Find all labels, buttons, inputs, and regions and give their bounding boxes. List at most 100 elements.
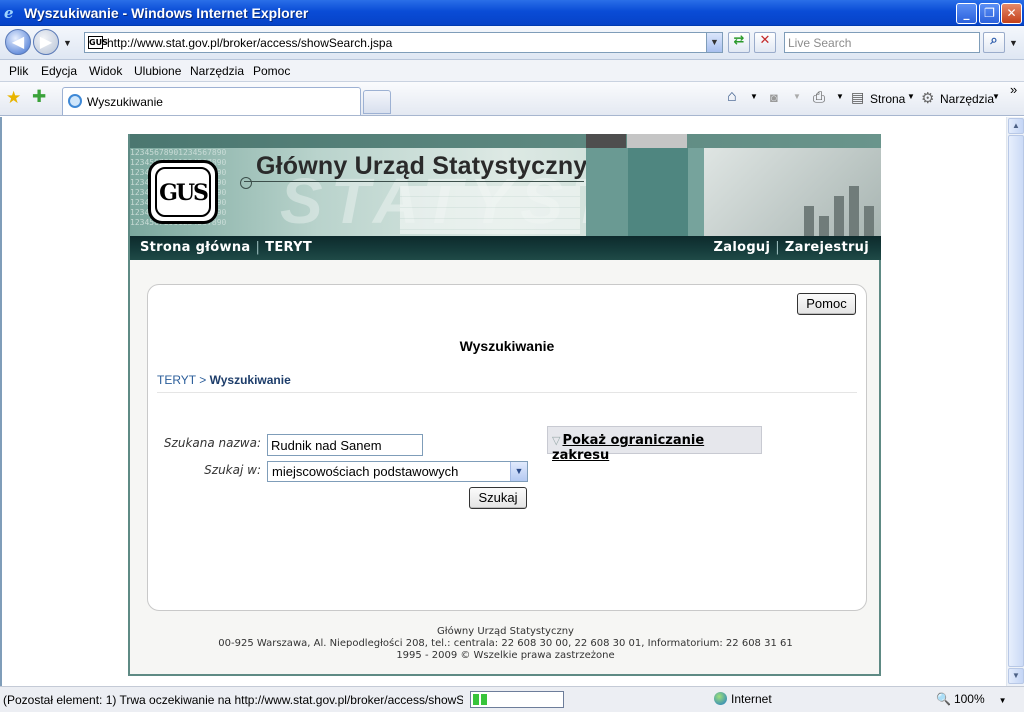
tools-menu[interactable]: Narzędzia [940, 92, 994, 106]
scroll-up-icon[interactable]: ▲ [1008, 118, 1024, 134]
banner-chart-bar [804, 206, 814, 236]
banner-circle-decoration [240, 177, 252, 189]
window-titlebar: e Wyszukiwanie - Windows Internet Explor… [0, 0, 1024, 26]
show-limit-toggle[interactable]: ▽ Pokaż ograniczanie zakresu [547, 426, 762, 463]
gus-logo-text: GUS [155, 167, 211, 217]
nav-home-link[interactable]: Strona główna [140, 240, 250, 255]
name-label: Szukana nazwa: [163, 436, 261, 450]
progress-fill [473, 694, 488, 705]
address-toolbar: ◀ ▶ ▼ GUS http://www.stat.gov.pl/broker/… [0, 26, 1024, 60]
zoom-dropdown-icon[interactable]: ▼ [999, 696, 1007, 705]
nav-teryt-link[interactable]: TERYT [265, 240, 312, 255]
zone-label: Internet [731, 692, 772, 706]
org-name: Główny Urząd Statystyczny [256, 152, 588, 180]
search-name-input[interactable]: Rudnik nad Sanem [267, 434, 423, 456]
banner-strip-2 [628, 148, 688, 236]
divider [157, 392, 857, 393]
tab-wyszukiwanie[interactable]: Wyszukiwanie [62, 87, 361, 115]
page-icon: ▤ [851, 89, 865, 105]
tools-dropdown-icon[interactable]: ▼ [992, 92, 1000, 101]
address-dropdown-icon[interactable]: ▼ [706, 33, 722, 52]
banner-strip-3 [688, 148, 704, 236]
menu-pomoc[interactable]: Pomoc [253, 64, 290, 78]
menu-widok[interactable]: Widok [89, 64, 122, 78]
menu-plik[interactable]: Plik [9, 64, 28, 78]
feeds-icon[interactable]: ◙ [770, 90, 778, 105]
page-dropdown-icon[interactable]: ▼ [907, 92, 915, 101]
scope-select[interactable]: miejscowościach podstawowych ▼ [267, 461, 528, 482]
banner-chart-bar [864, 206, 874, 236]
gus-site: 12345678901234567890 1234567890123456789… [128, 134, 881, 676]
maximize-button[interactable]: ❐ [979, 3, 1000, 24]
history-dropdown-icon[interactable]: ▼ [63, 38, 72, 48]
gus-logo[interactable]: GUS [148, 160, 218, 224]
banner-line-decoration [244, 181, 584, 182]
zoom-control[interactable]: 🔍 100% ▼ [936, 692, 1007, 706]
help-button[interactable]: Pomoc [797, 293, 856, 315]
menu-edycja[interactable]: Edycja [41, 64, 77, 78]
chevron-down-icon[interactable]: ▼ [510, 462, 527, 481]
vertical-scrollbar[interactable]: ▲ ▼ [1006, 117, 1024, 686]
status-bar: (Pozostał element: 1) Trwa oczekiwanie n… [0, 686, 1024, 712]
footer-copyright: 1995 - 2009 © Wszelkie prawa zastrzeżone [396, 650, 615, 661]
page-title: Wyszukiwanie [459, 338, 555, 354]
show-limit-label[interactable]: Pokaż ograniczanie zakresu [552, 433, 704, 463]
security-zone[interactable]: Internet [714, 692, 772, 706]
home-dropdown-icon[interactable]: ▼ [750, 92, 758, 101]
ie-logo-icon: e [4, 4, 14, 22]
tab-bar: ★ ✚ Wyszukiwanie ⌂ ▼ ◙ ▼ ⎙ ▼ ▤ Strona ▼ … [0, 82, 1024, 116]
feeds-dropdown-icon[interactable]: ▼ [793, 92, 801, 101]
live-search-input[interactable]: Live Search [784, 32, 980, 53]
page-menu[interactable]: Strona [870, 92, 905, 106]
status-text: (Pozostał element: 1) Trwa oczekiwanie n… [3, 693, 463, 707]
register-link[interactable]: Zarejestruj [785, 240, 869, 255]
print-icon[interactable]: ⎙ [813, 89, 825, 106]
favorites-star-icon[interactable]: ★ [6, 88, 21, 108]
tab-label: Wyszukiwanie [87, 95, 163, 109]
stop-icon[interactable]: ✕ [754, 32, 776, 53]
url-text[interactable]: http://www.stat.gov.pl/broker/access/sho… [107, 36, 392, 50]
triangle-down-icon: ▽ [552, 434, 561, 447]
home-icon[interactable]: ⌂ [727, 88, 737, 106]
menu-narzedzia[interactable]: Narzędzia [190, 64, 244, 78]
banner-chart-bar [849, 186, 859, 236]
banner-strip-1 [586, 148, 628, 236]
banner-chart-image [704, 148, 881, 236]
add-favorite-icon[interactable]: ✚ [32, 87, 46, 107]
banner-top-stripe [130, 134, 881, 148]
menu-ulubione[interactable]: Ulubione [134, 64, 181, 78]
site-favicon-icon: GUS [88, 36, 108, 49]
search-icon[interactable]: ⌕ [983, 32, 1005, 53]
footer-address: 00-925 Warszawa, Al. Niepodległości 208,… [218, 638, 793, 649]
menu-bar: Plik Edycja Widok Ulubione Narzędzia Pom… [0, 60, 1024, 82]
breadcrumb-teryt-link[interactable]: TERYT [157, 373, 196, 387]
banner-table-decoration [400, 186, 580, 234]
new-tab-button[interactable] [363, 90, 391, 114]
scroll-thumb[interactable] [1008, 135, 1024, 667]
gear-icon: ⚙ [921, 90, 935, 107]
banner-top-block-1 [586, 134, 626, 148]
search-button[interactable]: Szukaj [469, 487, 527, 509]
refresh-icon[interactable]: ⇄ [728, 32, 750, 53]
site-footer: Główny Urząd Statystyczny 00-925 Warszaw… [130, 626, 881, 662]
page-viewport: 12345678901234567890 1234567890123456789… [0, 117, 1006, 686]
site-banner: 12345678901234567890 1234567890123456789… [130, 134, 881, 236]
breadcrumb-separator: > [199, 373, 207, 387]
progress-bar [470, 691, 564, 708]
search-panel: Pomoc Wyszukiwanie TERYT > Wyszukiwanie … [147, 284, 867, 611]
forward-button[interactable]: ▶ [33, 29, 59, 55]
scroll-down-icon[interactable]: ▼ [1008, 668, 1024, 684]
close-button[interactable]: ✕ [1001, 3, 1022, 24]
breadcrumb-current: Wyszukiwanie [209, 373, 291, 387]
banner-chart-bar [834, 196, 844, 236]
magnifier-icon: 🔍 [936, 692, 951, 706]
minimize-button[interactable]: _ [956, 3, 977, 24]
globe-icon [714, 692, 727, 705]
footer-org: Główny Urząd Statystyczny [437, 626, 574, 637]
back-button[interactable]: ◀ [5, 29, 31, 55]
print-dropdown-icon[interactable]: ▼ [836, 92, 844, 101]
address-field[interactable]: GUS http://www.stat.gov.pl/broker/access… [84, 32, 723, 53]
chevron-more-icon[interactable]: » [1010, 82, 1017, 97]
search-options-dropdown-icon[interactable]: ▼ [1009, 38, 1018, 48]
login-link[interactable]: Zaloguj [714, 240, 771, 255]
